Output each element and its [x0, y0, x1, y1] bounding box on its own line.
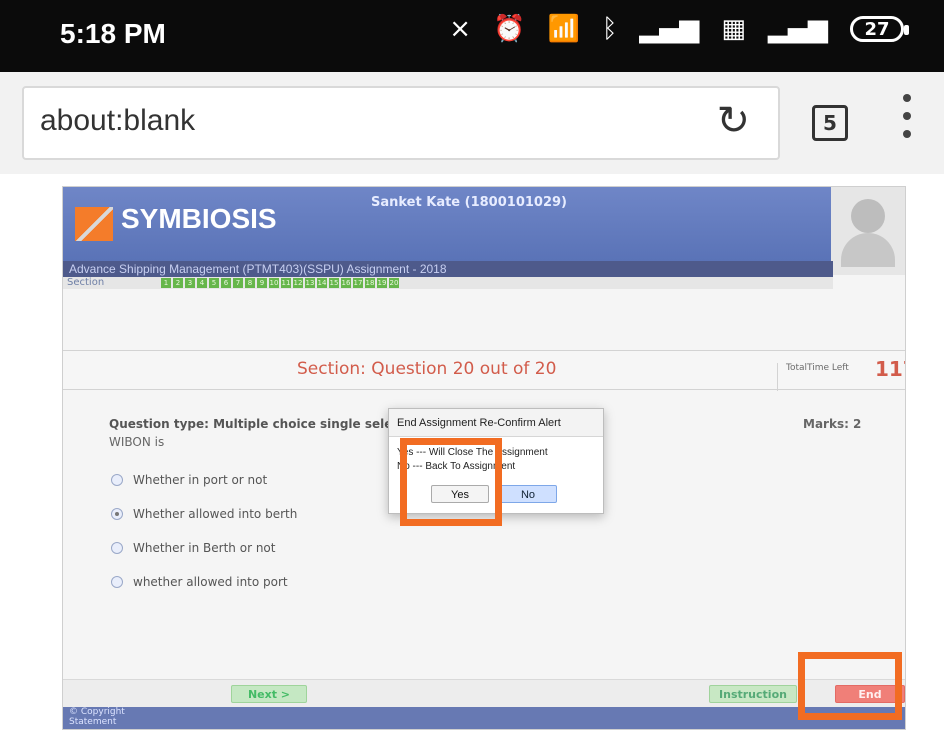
volte-icon: ▦ — [721, 14, 746, 44]
browser-bar: about:blank ↻ 5 — [0, 72, 944, 174]
question-number-5[interactable]: 5 — [209, 278, 219, 288]
reload-icon[interactable]: ↻ — [716, 98, 750, 144]
question-number-18[interactable]: 18 — [365, 278, 375, 288]
question-number-4[interactable]: 4 — [197, 278, 207, 288]
question-palette: 1 2 3 4 5 6 7 8 9 10 11 12 13 14 15 16 17 18 19 20 — [161, 278, 399, 288]
question-number-7[interactable]: 7 — [233, 278, 243, 288]
question-number-17[interactable]: 17 — [353, 278, 363, 288]
radio-3[interactable] — [111, 542, 123, 554]
question-number-12[interactable]: 12 — [293, 278, 303, 288]
question-header: Section: Question 20 out of 20 TotalTime… — [63, 350, 905, 391]
option-3-label: Whether in Berth or not — [133, 541, 276, 555]
page-footer: Next > Instruction End — [63, 679, 905, 708]
question-text: WIBON is — [109, 435, 165, 449]
question-number-8[interactable]: 8 — [245, 278, 255, 288]
wifi-icon: 📶 — [547, 14, 580, 44]
question-number-20[interactable]: 20 — [389, 278, 399, 288]
bluetooth-icon: ᛒ — [601, 14, 618, 44]
question-number-15[interactable]: 15 — [329, 278, 339, 288]
marks: Marks: 2 — [803, 417, 862, 431]
alarm-icon: ⏰ — [493, 14, 526, 44]
radio-4[interactable] — [111, 576, 123, 588]
status-time: 5:18 PM — [60, 18, 166, 49]
radio-1[interactable] — [111, 474, 123, 486]
question-number-2[interactable]: 2 — [173, 278, 183, 288]
battery-level: 27 — [864, 18, 890, 40]
option-4-label: whether allowed into port — [133, 575, 288, 589]
question-type: Question type: Multiple choice single se… — [109, 417, 406, 431]
instruction-button[interactable]: Instruction — [709, 685, 797, 703]
signal-4g-icon: ▂▄▆ — [768, 14, 828, 44]
option-2[interactable]: Whether allowed into berth — [111, 507, 297, 521]
logo-text: SYMBIOSIS — [121, 203, 277, 234]
question-position: Section: Question 20 out of 20 — [297, 359, 557, 379]
user-name: Sanket Kate (1800101029) — [371, 195, 567, 210]
next-button[interactable]: Next > — [231, 685, 307, 703]
highlight-end-button — [798, 652, 902, 720]
question-number-3[interactable]: 3 — [185, 278, 195, 288]
question-number-14[interactable]: 14 — [317, 278, 327, 288]
question-number-6[interactable]: 6 — [221, 278, 231, 288]
dialog-no-button[interactable]: No — [499, 485, 557, 503]
symbiosis-logo-icon — [75, 207, 113, 241]
signal-icon: ▂▄▆ — [639, 14, 700, 44]
battery-icon: 27 — [850, 16, 909, 42]
option-4[interactable]: whether allowed into port — [111, 575, 288, 589]
time-left-label: TotalTime Left — [777, 363, 849, 391]
tab-switcher-button[interactable]: 5 — [812, 105, 848, 141]
question-number-19[interactable]: 19 — [377, 278, 387, 288]
highlight-yes-button — [400, 438, 502, 526]
mute-icon: ⨯ — [449, 14, 472, 44]
copyright-footer: © Copyright Statement — [63, 707, 905, 729]
time-left-value: 117:3 — [875, 357, 905, 381]
tab-count: 5 — [823, 111, 837, 135]
address-bar[interactable]: about:blank ↻ — [22, 86, 780, 160]
option-1-label: Whether in port or not — [133, 473, 268, 487]
question-number-11[interactable]: 11 — [281, 278, 291, 288]
dialog-title: End Assignment Re-Confirm Alert — [389, 409, 603, 437]
section-bar: Section 1 2 3 4 5 6 7 8 9 10 11 12 13 14 15 16 17 18 19 20 — [63, 277, 833, 289]
overflow-menu-icon[interactable] — [902, 94, 912, 154]
status-bar: 5:18 PM ⨯ ⏰ 📶 ᛒ ▂▄▆ ▦ ▂▄▆ 27 — [0, 0, 944, 72]
option-1[interactable]: Whether in port or not — [111, 473, 267, 487]
question-number-13[interactable]: 13 — [305, 278, 315, 288]
url-text: about:blank — [40, 104, 196, 137]
question-number-9[interactable]: 9 — [257, 278, 267, 288]
option-3[interactable]: Whether in Berth or not — [111, 541, 275, 555]
question-number-16[interactable]: 16 — [341, 278, 351, 288]
course-title: Advance Shipping Management (PTMT403)(SS… — [63, 261, 833, 277]
avatar — [831, 187, 905, 275]
status-icons: ⨯ ⏰ 📶 ᛒ ▂▄▆ ▦ ▂▄▆ 27 — [449, 14, 909, 44]
radio-2[interactable] — [111, 508, 123, 520]
option-2-label: Whether allowed into berth — [133, 507, 298, 521]
question-number-10[interactable]: 10 — [269, 278, 279, 288]
page-header: SYMBIOSIS Sanket Kate (1800101029) — [63, 187, 905, 261]
question-number-1[interactable]: 1 — [161, 278, 171, 288]
section-label: Section — [67, 277, 105, 288]
